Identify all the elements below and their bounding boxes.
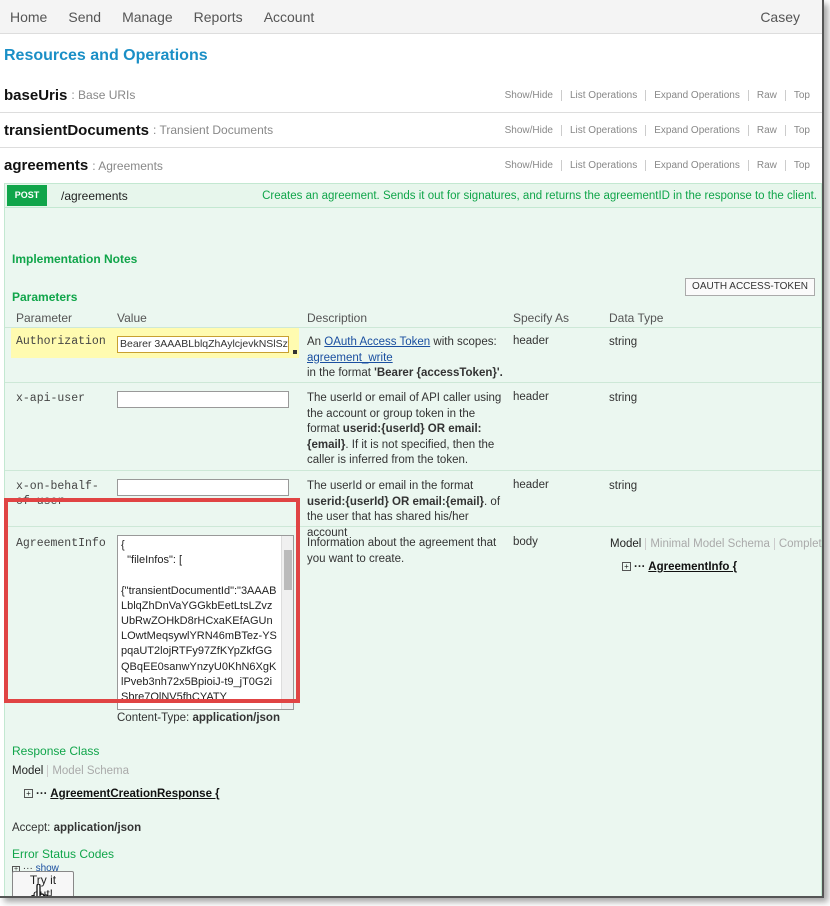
section-title: Resources and Operations (4, 47, 208, 64)
show-hide-link[interactable]: Show/Hide (497, 160, 561, 171)
nav-send[interactable]: Send (68, 9, 101, 25)
top-navigation: Home Send Manage Reports Account Casey (0, 0, 822, 34)
top-link[interactable]: Top (784, 160, 818, 171)
show-hide-link[interactable]: Show/Hide (497, 125, 561, 136)
agreementinfo-model-link[interactable]: AgreementInfo { (648, 561, 737, 573)
param-row-authorization: Authorization Bearer 3AAABLblqZhAylcjevk… (5, 327, 821, 382)
column-value: Value (117, 311, 147, 325)
tab-model-schema[interactable]: Model Schema (52, 765, 133, 777)
expand-operations-link[interactable]: Expand Operations (645, 89, 748, 101)
response-model[interactable]: + ··· AgreementCreationResponse { (24, 788, 220, 800)
resource-desc: : Agreements (92, 158, 163, 173)
resource-ops: Show/Hide List Operations Expand Operati… (497, 124, 818, 136)
column-data-type: Data Type (609, 311, 664, 325)
column-parameter: Parameter (16, 311, 73, 325)
model-tabs: Model Minimal Model Schema Complete (610, 538, 822, 550)
api-explorer-window: Home Send Manage Reports Account Casey R… (0, 0, 824, 898)
param-description: Information about the agreement that you… (307, 537, 497, 565)
param-data-type: string (609, 392, 638, 404)
oauth-access-token-button[interactable]: OAUTH ACCESS-TOKEN (685, 278, 815, 296)
error-status-codes-heading: Error Status Codes (12, 847, 115, 861)
accept-label: Accept: (12, 822, 51, 834)
nav-home[interactable]: Home (10, 9, 47, 25)
top-link[interactable]: Top (784, 124, 818, 136)
expand-plus-icon[interactable]: + (24, 789, 33, 799)
resource-transientdocuments[interactable]: transientDocuments : Transient Documents… (0, 113, 822, 148)
resource-ops: Show/Hide List Operations Expand Operati… (497, 160, 818, 171)
resource-agreements[interactable]: agreements : Agreements Show/Hide List O… (0, 148, 822, 183)
content-type-value: application/json (192, 712, 280, 724)
agreementcreationresponse-link[interactable]: AgreementCreationResponse { (50, 788, 219, 800)
desc-text: with scopes: (433, 336, 497, 348)
nav-reports[interactable]: Reports (194, 9, 243, 25)
tab-complete[interactable]: Complete (779, 538, 822, 550)
operation-summary: Creates an agreement. Sends it out for s… (262, 189, 817, 202)
http-method-badge: POST (7, 185, 47, 206)
param-specify-as: header (513, 479, 549, 491)
resource-desc: : Transient Documents (153, 123, 274, 137)
param-description: An OAuth Access Token with scopes: agree… (307, 335, 507, 382)
tab-model[interactable]: Model (12, 765, 49, 777)
expand-operations-link[interactable]: Expand Operations (645, 160, 748, 171)
content-type-label: Content-Type: (117, 712, 190, 724)
operation-header[interactable]: POST /agreements Creates an agreement. S… (4, 183, 822, 208)
param-data-type: string (609, 480, 638, 492)
response-class-heading: Response Class (12, 744, 100, 758)
desc-text: in the format (307, 367, 371, 379)
nav-manage[interactable]: Manage (122, 9, 173, 25)
oauth-access-token-link[interactable]: OAuth Access Token (324, 336, 430, 348)
parameters-heading: Parameters (12, 290, 78, 304)
expand-plus-icon[interactable]: + (622, 562, 631, 572)
desc-text: The userId or email in the format (307, 480, 474, 492)
list-operations-link[interactable]: List Operations (560, 124, 645, 136)
accept-header: Accept: application/json (12, 822, 141, 834)
show-hide-link[interactable]: Show/Hide (497, 90, 561, 101)
param-name: Authorization (16, 335, 106, 348)
resource-ops: Show/Hide List Operations Expand Operati… (497, 89, 818, 101)
param-specify-as: body (513, 536, 538, 548)
param-data-type: string (609, 336, 638, 348)
column-description: Description (307, 311, 368, 325)
desc-format: userid:{userId} OR email:{email} (307, 495, 485, 508)
accept-value: application/json (53, 822, 142, 834)
raw-link[interactable]: Raw (747, 124, 785, 136)
param-row-x-api-user: x-api-user The userId or email of API ca… (5, 382, 821, 470)
response-model-tabs: Model Model Schema (12, 765, 137, 777)
param-description: The userId or email of API caller using … (307, 391, 507, 469)
desc-text: An (307, 336, 322, 348)
resize-marker-icon (293, 350, 297, 354)
tab-model[interactable]: Model (610, 538, 647, 550)
resource-name[interactable]: agreements (4, 157, 88, 174)
param-name: x-api-user (16, 392, 86, 405)
highlight-box (4, 498, 300, 703)
column-specify-as: Specify As (513, 311, 570, 325)
raw-link[interactable]: Raw (747, 89, 785, 101)
agreementinfo-model[interactable]: + ··· AgreementInfo { (622, 561, 737, 573)
param-specify-as: header (513, 391, 549, 403)
tab-minimal-model-schema[interactable]: Minimal Model Schema (650, 538, 775, 550)
operation-path[interactable]: /agreements (61, 189, 128, 203)
param-specify-as: header (513, 335, 549, 347)
user-name[interactable]: Casey (760, 9, 800, 25)
resource-baseuris[interactable]: baseUris : Base URIs Show/Hide List Oper… (0, 78, 822, 113)
list-operations-link[interactable]: List Operations (560, 89, 645, 101)
implementation-notes-heading: Implementation Notes (12, 252, 138, 266)
hand-cursor-icon (30, 884, 52, 896)
ellipsis: ··· (634, 561, 646, 573)
resource-desc: : Base URIs (71, 88, 136, 102)
raw-link[interactable]: Raw (747, 160, 785, 171)
resource-name[interactable]: transientDocuments (4, 122, 149, 139)
ellipsis: ··· (36, 788, 48, 800)
expand-operations-link[interactable]: Expand Operations (645, 124, 748, 136)
resource-name[interactable]: baseUris (4, 87, 67, 104)
top-link[interactable]: Top (784, 89, 818, 101)
x-api-user-input[interactable] (117, 391, 289, 408)
list-operations-link[interactable]: List Operations (560, 160, 645, 171)
authorization-input[interactable]: Bearer 3AAABLblqZhAylcjevkNSlSzL (117, 336, 289, 353)
content-type: Content-Type: application/json (117, 712, 280, 724)
x-on-behalf-of-user-input[interactable] (117, 479, 289, 496)
nav-account[interactable]: Account (264, 9, 315, 25)
desc-format: 'Bearer {accessToken}'. (374, 367, 503, 379)
agreement-write-scope-link[interactable]: agreement_write (307, 352, 393, 364)
